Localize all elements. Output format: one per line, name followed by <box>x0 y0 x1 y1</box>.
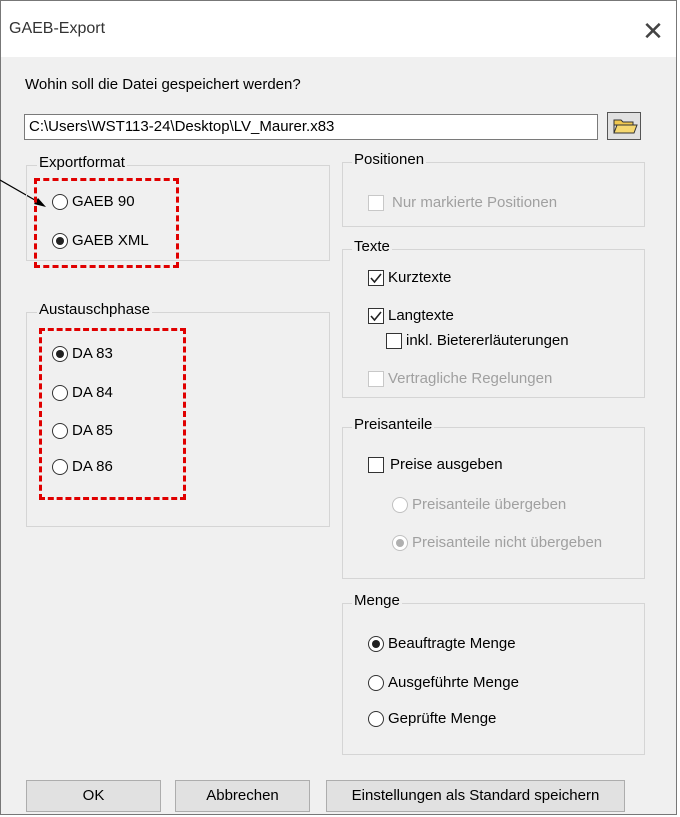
exportformat-label: Exportformat <box>37 154 127 171</box>
radio-preisanteile-uebergeben-label: Preisanteile übergeben <box>412 496 567 513</box>
checkbox-vertragliche-label: Vertragliche Regelungen <box>388 370 553 387</box>
abbrechen-button[interactable]: Abbrechen <box>175 780 310 812</box>
checkbox-preise-ausgeben-label: Preise ausgeben <box>390 456 503 473</box>
radio-preisanteile-nicht-uebergeben-label: Preisanteile nicht übergeben <box>412 534 603 551</box>
checkbox-bietererlaeuterungen-label: inkl. Bietererläuterungen <box>406 332 569 349</box>
title-bar: GAEB-Export ✕ <box>1 1 676 57</box>
checkbox-preise-ausgeben[interactable] <box>368 457 384 473</box>
radio-gepruefte-menge[interactable] <box>368 711 384 727</box>
save-prompt: Wohin soll die Datei gespeichert werden? <box>25 76 301 93</box>
browse-folder-button[interactable] <box>607 112 641 140</box>
texte-label: Texte <box>352 238 392 255</box>
radio-ausgefuehrte-menge[interactable] <box>368 675 384 691</box>
window-title: GAEB-Export <box>9 20 106 37</box>
file-path-input[interactable]: C:\Users\WST113-24\Desktop\LV_Maurer.x83 <box>24 114 598 140</box>
standard-speichern-button[interactable]: Einstellungen als Standard speichern <box>326 780 625 812</box>
austauschphase-label: Austauschphase <box>37 301 152 318</box>
checkbox-vertragliche[interactable] <box>368 371 384 387</box>
menge-label: Menge <box>352 592 402 609</box>
preisanteile-label: Preisanteile <box>352 416 435 433</box>
checkbox-bietererlaeuterungen[interactable] <box>386 333 402 349</box>
radio-beauftragte-menge[interactable] <box>368 636 384 652</box>
checkbox-langtexte[interactable] <box>368 308 384 324</box>
checkbox-nur-markierte[interactable] <box>368 195 384 211</box>
radio-ausgefuehrte-menge-label: Ausgeführte Menge <box>388 674 519 691</box>
annotation-box-exportformat <box>34 178 179 268</box>
radio-gepruefte-menge-label: Geprüfte Menge <box>388 710 497 727</box>
checkbox-kurztexte[interactable] <box>368 270 384 286</box>
positionen-label: Positionen <box>352 151 427 168</box>
open-folder-icon <box>613 119 638 134</box>
checkbox-kurztexte-label: Kurztexte <box>388 269 452 286</box>
checkbox-langtexte-label: Langtexte <box>388 307 454 324</box>
close-icon[interactable]: ✕ <box>633 13 673 49</box>
ok-button[interactable]: OK <box>26 780 161 812</box>
checkmark-icon <box>370 273 382 284</box>
checkmark-icon <box>370 311 382 322</box>
annotation-box-austauschphase <box>39 328 186 500</box>
radio-dot <box>396 539 404 547</box>
checkbox-nur-markierte-label: Nur markierte Positionen <box>392 194 558 211</box>
radio-preisanteile-uebergeben[interactable] <box>392 497 408 513</box>
radio-dot <box>372 640 380 648</box>
radio-preisanteile-nicht-uebergeben[interactable] <box>392 535 408 551</box>
radio-beauftragte-menge-label: Beauftragte Menge <box>388 635 516 652</box>
